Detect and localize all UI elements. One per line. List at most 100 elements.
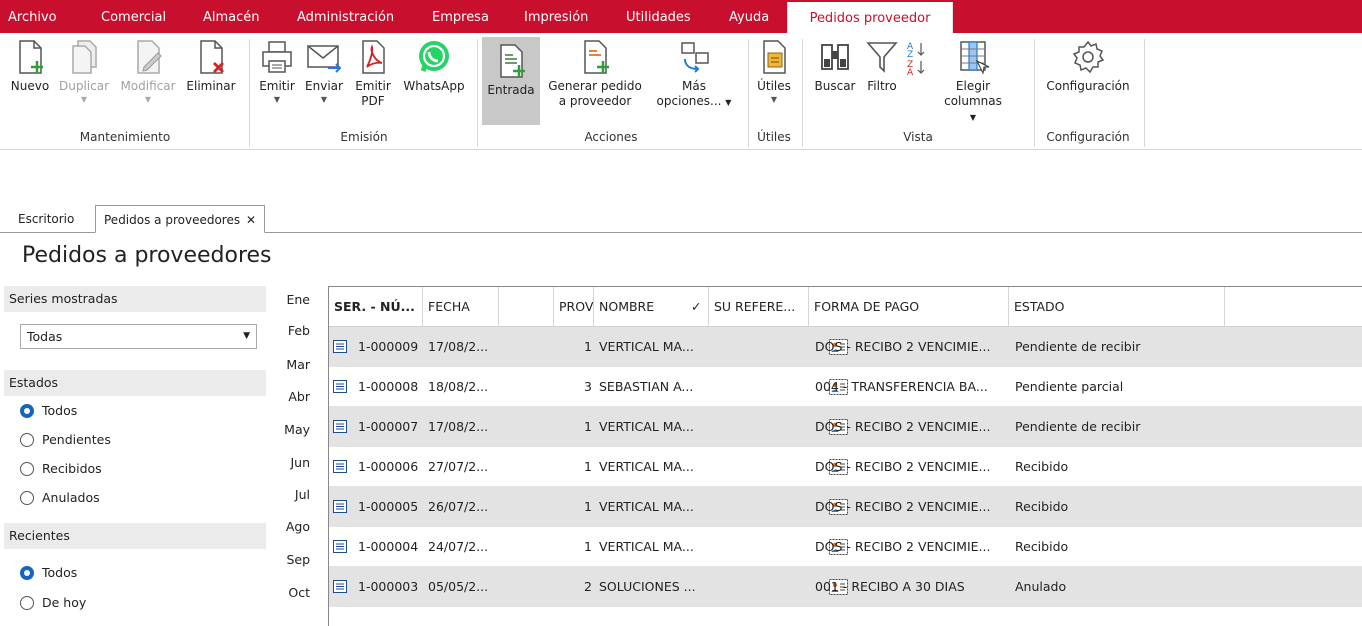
cell-nombre: VERTICAL MA... [599, 459, 694, 474]
filtro-button[interactable]: Filtro [862, 37, 902, 94]
menu-impresion[interactable]: Impresión [524, 0, 588, 33]
group-acciones-label: Acciones [584, 130, 638, 144]
table-row[interactable]: 1-000004 24/07/2... 1 VERTICAL MA... DOS - R… [329, 527, 1362, 567]
column-header-nombre[interactable]: NOMBRE [594, 287, 689, 327]
cell-estado: Pendiente de recibir [1015, 419, 1141, 434]
column-header-fecha[interactable]: FECHA [423, 287, 499, 327]
month-sep[interactable]: Sep [270, 552, 310, 567]
menu-archivo[interactable]: Archivo [8, 0, 57, 33]
column-header-estado[interactable]: ESTADO [1009, 287, 1225, 327]
cell-referencia [714, 407, 809, 447]
sort-az-icon: A Z Z A [907, 42, 925, 77]
month-feb[interactable]: Feb [270, 323, 310, 338]
cell-fecha: 17/08/2... [428, 419, 489, 434]
cell-forma-pago: DOS - RECIBO 2 VENCIMIE... [815, 459, 991, 474]
group-separator [249, 39, 250, 147]
group-mantenimiento-label: Mantenimiento [79, 130, 171, 144]
sort-button[interactable]: A Z Z A [904, 37, 930, 79]
menu-almacen[interactable]: Almacén [203, 0, 260, 33]
column-header-prov[interactable]: PROV. [554, 287, 594, 327]
column-header-check[interactable]: ✓ [689, 287, 709, 327]
cell-numero: 1-000009 [358, 339, 419, 354]
nuevo-label: Nuevo [10, 79, 50, 93]
cell-nombre: SEBASTIAN A... [599, 379, 694, 394]
cell-nombre: VERTICAL MA... [599, 339, 694, 354]
column-header-forma-pago[interactable]: FORMA DE PAGO [809, 287, 1009, 327]
menu-comercial[interactable]: Comercial [101, 0, 166, 33]
table-row[interactable]: 1-000007 17/08/2... 1 VERTICAL MA... DOS - R… [329, 407, 1362, 447]
cell-forma-pago: DOS - RECIBO 2 VENCIMIE... [815, 339, 991, 354]
configuracion-button[interactable]: Configuración [1040, 37, 1136, 94]
month-may[interactable]: May [270, 422, 310, 437]
envelope-icon [307, 45, 342, 73]
column-header-referencia[interactable]: SU REFERE... [709, 287, 809, 327]
entrada-button[interactable]: Entrada [482, 37, 540, 125]
emitir-pdf-button[interactable]: Emitir PDF [349, 37, 397, 109]
month-ene[interactable]: Ene [270, 292, 310, 307]
buscar-button[interactable]: Buscar [810, 37, 860, 94]
estado-pendientes-radio[interactable]: Pendientes [20, 430, 111, 450]
cell-prov: 1 [584, 339, 592, 354]
utiles-button[interactable]: Útiles ▼ [752, 37, 796, 106]
month-jul[interactable]: Jul [270, 487, 310, 502]
table-row[interactable]: 1-000005 26/07/2... 1 VERTICAL MA... DOS - R… [329, 487, 1362, 527]
cell-estado: Pendiente de recibir [1015, 339, 1141, 354]
table-row[interactable]: 1-000003 05/05/2... 2 SOLUCIONES ... 001 - R… [329, 567, 1362, 607]
recientes-hoy-radio[interactable]: De hoy [20, 593, 86, 613]
cell-prov: 1 [584, 419, 592, 434]
table-row[interactable]: 1-000008 18/08/2... 3 SEBASTIAN A... 004 - T… [329, 367, 1362, 407]
column-header-blank[interactable] [499, 287, 554, 327]
menu-empresa[interactable]: Empresa [432, 0, 489, 33]
table-row[interactable]: 1-000009 17/08/2... 1 VERTICAL MA... DOS - R… [329, 327, 1362, 367]
month-ago[interactable]: Ago [270, 519, 310, 534]
series-select[interactable]: Todas ▼ [20, 324, 257, 349]
table-row[interactable]: 1-000006 27/07/2... 1 VERTICAL MA... DOS - R… [329, 447, 1362, 487]
tab-pedidos-proveedores[interactable]: Pedidos a proveedores ✕ [95, 205, 265, 233]
recientes-todos-radio[interactable]: Todos [20, 563, 77, 583]
menu-bar: Archivo Comercial Almacén Administración… [0, 0, 1362, 33]
eliminar-button[interactable]: Eliminar [183, 37, 239, 94]
elegir-columnas-button[interactable]: Elegir columnas ▼ [943, 37, 1003, 125]
mas-opciones-button[interactable]: Más opciones... ▼ [650, 37, 738, 110]
utiles-dropdown-icon: ▼ [770, 95, 778, 104]
series-select-value: Todas [27, 329, 63, 344]
chevron-down-icon: ▼ [243, 331, 250, 341]
month-jun[interactable]: Jun [270, 455, 310, 470]
cell-referencia [714, 487, 809, 527]
estado-todos-radio[interactable]: Todos [20, 401, 77, 421]
gear-icon [1072, 40, 1105, 74]
group-utiles-label: Útiles [757, 130, 791, 144]
duplicar-button[interactable]: Duplicar ▼ [56, 37, 112, 106]
menu-administracion[interactable]: Administración [297, 0, 394, 33]
month-mar[interactable]: Mar [270, 357, 310, 372]
document-list-icon [333, 580, 347, 593]
nuevo-button[interactable]: Nuevo [6, 37, 54, 94]
cell-estado: Recibido [1015, 499, 1069, 514]
month-oct[interactable]: Oct [270, 585, 310, 600]
document-list-icon [333, 460, 347, 473]
cell-estado: Pendiente parcial [1015, 379, 1124, 394]
mas-opciones-dropdown-icon: ▼ [725, 98, 732, 107]
menu-ayuda[interactable]: Ayuda [729, 0, 769, 33]
menu-utilidades[interactable]: Utilidades [626, 0, 691, 33]
close-icon[interactable]: ✕ [246, 213, 256, 227]
tab-escritorio[interactable]: Escritorio [10, 205, 82, 233]
group-separator [477, 39, 478, 147]
cell-numero: 1-000008 [358, 379, 419, 394]
generar-pedido-button[interactable]: Generar pedido a proveedor [542, 37, 648, 109]
emitir-button[interactable]: Emitir ▼ [255, 37, 299, 106]
estado-recibidos-radio[interactable]: Recibidos [20, 459, 102, 479]
modificar-dropdown-icon: ▼ [144, 95, 152, 104]
modificar-button[interactable]: Modificar ▼ [116, 37, 180, 106]
enviar-label: Enviar [305, 79, 343, 93]
cell-numero: 1-000007 [358, 419, 419, 434]
month-abr[interactable]: Abr [270, 389, 310, 404]
duplicar-label: Duplicar [58, 79, 109, 93]
whatsapp-button[interactable]: WhatsApp [399, 37, 469, 94]
enviar-button[interactable]: Enviar ▼ [302, 37, 346, 106]
filtro-label: Filtro [867, 79, 897, 93]
column-header-numero[interactable]: SER. - NÚ... [329, 287, 423, 327]
estado-anulados-radio[interactable]: Anulados [20, 488, 100, 508]
edit-document-icon [137, 40, 162, 74]
menu-pedidos-proveedor[interactable]: Pedidos proveedor [787, 2, 953, 33]
